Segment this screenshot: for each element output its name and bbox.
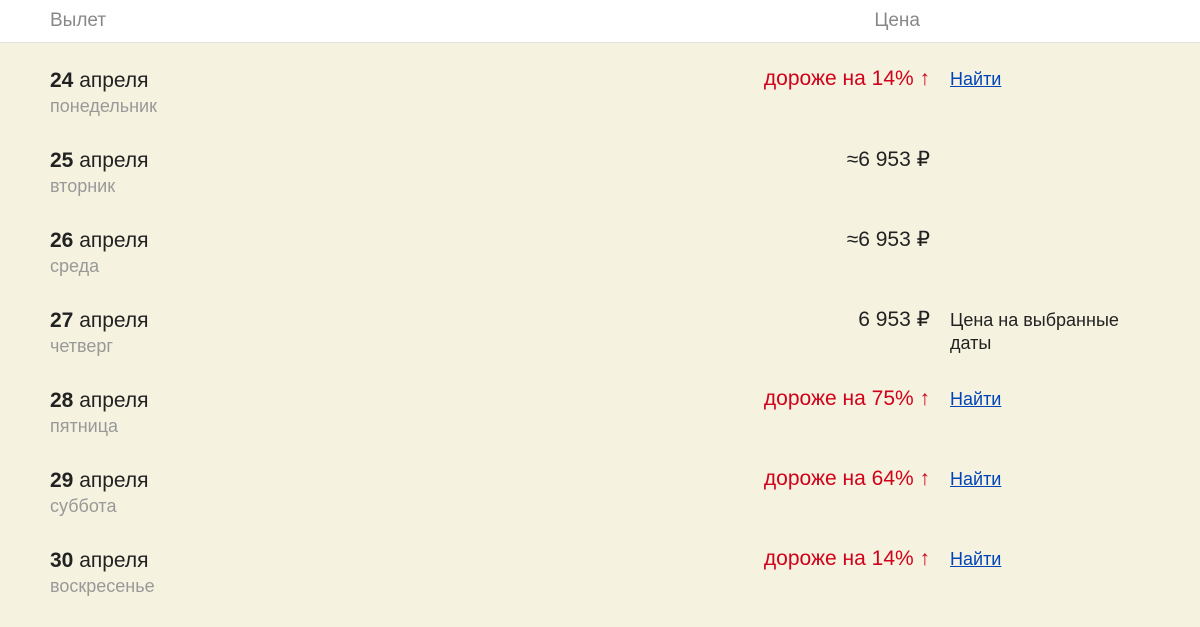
weekday-label: среда: [50, 256, 350, 277]
header-price: Цена: [874, 10, 1150, 32]
weekday-label: суббота: [50, 496, 350, 517]
month-label: апреля: [79, 149, 148, 172]
date-label: 28 апреля: [50, 387, 350, 414]
day-number: 29: [50, 469, 73, 492]
date-row: 29 апрелясубботадороже на 64% ↑Найти: [0, 467, 1200, 547]
date-row: 24 апреляпонедельникдороже на 14% ↑Найти: [0, 67, 1200, 147]
month-label: апреля: [79, 69, 148, 92]
date-label: 30 апреля: [50, 547, 350, 574]
day-number: 28: [50, 389, 73, 412]
weekday-label: вторник: [50, 176, 350, 197]
action-cell: Найти: [950, 387, 1150, 410]
price-relative: дороже на 75% ↑: [350, 387, 950, 411]
action-cell: [950, 227, 1150, 229]
date-row: 25 апрелявторник≈6 953 ₽: [0, 147, 1200, 227]
weekday-label: понедельник: [50, 96, 350, 117]
weekday-label: воскресенье: [50, 576, 350, 597]
table-header: Вылет Цена: [0, 0, 1200, 43]
date-cell: 29 апрелясуббота: [50, 467, 350, 517]
month-label: апреля: [79, 229, 148, 252]
date-label: 26 апреля: [50, 227, 350, 254]
date-row: 26 апрелясреда≈6 953 ₽: [0, 227, 1200, 307]
date-row: 28 апреляпятницадороже на 75% ↑Найти: [0, 387, 1200, 467]
date-cell: 24 апреляпонедельник: [50, 67, 350, 117]
find-link[interactable]: Найти: [950, 69, 1001, 89]
price-value: ≈6 953 ₽: [350, 147, 950, 172]
action-cell: Найти: [950, 467, 1150, 490]
date-label: 29 апреля: [50, 467, 350, 494]
find-link[interactable]: Найти: [950, 469, 1001, 489]
action-cell: Найти: [950, 67, 1150, 90]
day-number: 30: [50, 549, 73, 572]
day-number: 26: [50, 229, 73, 252]
find-link[interactable]: Найти: [950, 549, 1001, 569]
date-cell: 25 апрелявторник: [50, 147, 350, 197]
price-relative: дороже на 14% ↑: [350, 67, 950, 91]
month-label: апреля: [79, 549, 148, 572]
month-label: апреля: [79, 389, 148, 412]
date-cell: 26 апрелясреда: [50, 227, 350, 277]
price-value: ≈6 953 ₽: [350, 227, 950, 252]
date-cell: 28 апреляпятница: [50, 387, 350, 437]
action-cell: Найти: [950, 547, 1150, 570]
date-row: 27 апрелячетверг6 953 ₽Цена на выбранные…: [0, 307, 1200, 387]
weekday-label: четверг: [50, 336, 350, 357]
date-label: 27 апреля: [50, 307, 350, 334]
date-label: 24 апреля: [50, 67, 350, 94]
date-cell: 30 апрелявоскресенье: [50, 547, 350, 597]
action-cell: Цена на выбранные даты: [950, 307, 1150, 356]
price-relative: дороже на 14% ↑: [350, 547, 950, 571]
month-label: апреля: [79, 469, 148, 492]
date-row: 30 апрелявоскресеньедороже на 14% ↑Найти: [0, 547, 1200, 627]
price-relative: дороже на 64% ↑: [350, 467, 950, 491]
date-cell: 27 апрелячетверг: [50, 307, 350, 357]
action-cell: [950, 147, 1150, 149]
date-label: 25 апреля: [50, 147, 350, 174]
price-calendar: 24 апреляпонедельникдороже на 14% ↑Найти…: [0, 43, 1200, 627]
day-number: 24: [50, 69, 73, 92]
price-value: 6 953 ₽: [350, 307, 950, 332]
selected-date-note: Цена на выбранные даты: [950, 309, 1150, 356]
month-label: апреля: [79, 309, 148, 332]
day-number: 27: [50, 309, 73, 332]
day-number: 25: [50, 149, 73, 172]
find-link[interactable]: Найти: [950, 389, 1001, 409]
header-departure: Вылет: [50, 10, 106, 32]
weekday-label: пятница: [50, 416, 350, 437]
